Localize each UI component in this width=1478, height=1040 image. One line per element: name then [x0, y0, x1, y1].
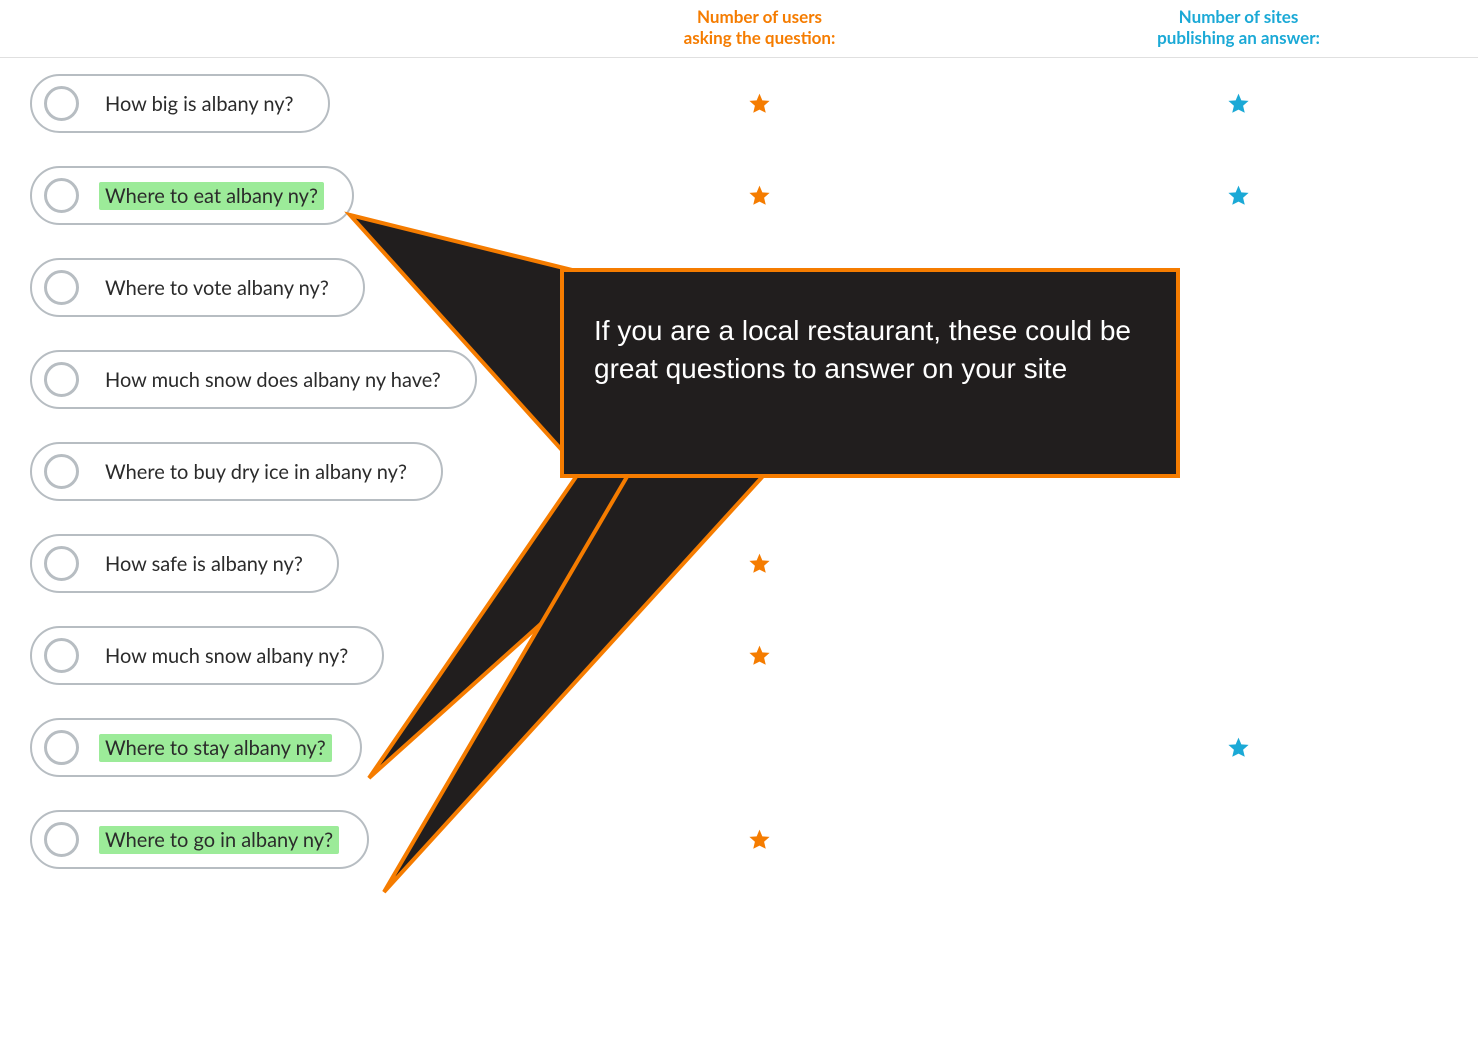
sites-star-cell [999, 183, 1478, 208]
radio-circle[interactable] [44, 730, 79, 765]
sites-star-cell [999, 91, 1478, 116]
users-star-cell [520, 827, 999, 852]
question-label: Where to buy dry ice in albany ny? [99, 458, 413, 486]
radio-circle[interactable] [44, 822, 79, 857]
question-chip[interactable]: Where to buy dry ice in albany ny? [30, 442, 443, 501]
star-icon [747, 183, 772, 208]
star-icon [1226, 183, 1251, 208]
question-cell: How safe is albany ny? [0, 534, 520, 593]
question-cell: Where to buy dry ice in albany ny? [0, 442, 520, 501]
table-row: How big is albany ny? [0, 58, 1478, 150]
question-cell: Where to eat albany ny? [0, 166, 520, 225]
question-chip[interactable]: How much snow albany ny? [30, 626, 384, 685]
users-star-cell [520, 91, 999, 116]
header-users-line1: Number of users [697, 6, 822, 27]
header-sites-line2: publishing an answer: [1157, 27, 1320, 48]
header-users-line2: asking the question: [684, 27, 836, 48]
radio-circle[interactable] [44, 270, 79, 305]
question-label: Where to eat albany ny? [99, 182, 324, 210]
users-star-cell [520, 183, 999, 208]
star-icon [1226, 735, 1251, 760]
table-row: Where to go in albany ny? [0, 794, 1478, 886]
question-chip[interactable]: Where to vote albany ny? [30, 258, 365, 317]
users-star-cell [520, 643, 999, 668]
question-chip[interactable]: Where to eat albany ny? [30, 166, 354, 225]
question-label: Where to stay albany ny? [99, 734, 332, 762]
question-label: Where to vote albany ny? [99, 274, 335, 302]
radio-circle[interactable] [44, 638, 79, 673]
sites-star-cell [999, 735, 1478, 760]
question-chip[interactable]: Where to go in albany ny? [30, 810, 369, 869]
star-icon [747, 827, 772, 852]
question-label: How safe is albany ny? [99, 550, 309, 578]
table-row: Where to stay albany ny? [0, 702, 1478, 794]
question-label: How much snow albany ny? [99, 642, 354, 670]
question-chip[interactable]: How safe is albany ny? [30, 534, 339, 593]
question-label: How big is albany ny? [99, 90, 300, 118]
header-sites-line1: Number of sites [1179, 6, 1299, 27]
star-icon [747, 551, 772, 576]
question-cell: How much snow albany ny? [0, 626, 520, 685]
callout-text: If you are a local restaurant, these cou… [594, 315, 1131, 384]
radio-circle[interactable] [44, 86, 79, 121]
question-chip[interactable]: How much snow does albany ny have? [30, 350, 477, 409]
question-cell: Where to go in albany ny? [0, 810, 520, 869]
star-icon [747, 643, 772, 668]
header-sites: Number of sites publishing an answer: [999, 6, 1478, 49]
table-row: How safe is albany ny? [0, 518, 1478, 610]
star-icon [1226, 91, 1251, 116]
radio-circle[interactable] [44, 454, 79, 489]
table-row: Where to eat albany ny? [0, 150, 1478, 242]
users-star-cell [520, 551, 999, 576]
question-chip[interactable]: Where to stay albany ny? [30, 718, 362, 777]
radio-circle[interactable] [44, 546, 79, 581]
radio-circle[interactable] [44, 362, 79, 397]
header-users: Number of users asking the question: [520, 6, 999, 49]
question-cell: Where to stay albany ny? [0, 718, 520, 777]
question-cell: How big is albany ny? [0, 74, 520, 133]
star-icon [747, 91, 772, 116]
radio-circle[interactable] [44, 178, 79, 213]
question-chip[interactable]: How big is albany ny? [30, 74, 330, 133]
column-headers: Number of users asking the question: Num… [0, 0, 1478, 58]
question-label: Where to go in albany ny? [99, 826, 339, 854]
table-row: How much snow albany ny? [0, 610, 1478, 702]
question-cell: Where to vote albany ny? [0, 258, 520, 317]
question-cell: How much snow does albany ny have? [0, 350, 520, 409]
question-label: How much snow does albany ny have? [99, 366, 447, 394]
callout-box: If you are a local restaurant, these cou… [560, 268, 1180, 478]
